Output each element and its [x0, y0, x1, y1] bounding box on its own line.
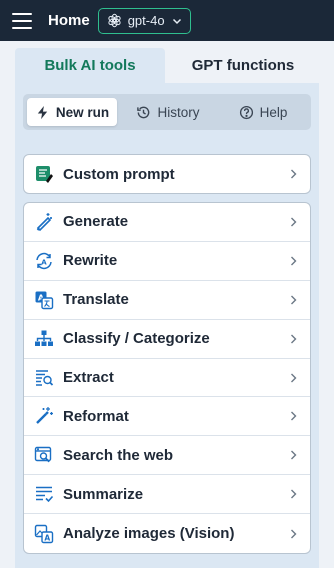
tool-label: Reformat	[63, 407, 129, 425]
subnav: New run History Help	[23, 94, 311, 130]
translate-icon: A	[34, 290, 54, 310]
custom-prompt-label: Custom prompt	[63, 165, 175, 183]
history-button[interactable]: History	[123, 98, 213, 126]
model-selector[interactable]: gpt-4o	[97, 7, 191, 34]
chevron-right-icon	[289, 449, 298, 461]
tool-label: Rewrite	[63, 252, 118, 270]
web-search-icon	[34, 445, 54, 465]
magic-pen-icon	[34, 212, 54, 232]
help-label: Help	[259, 104, 288, 120]
chevron-right-icon	[289, 168, 298, 180]
hierarchy-icon	[34, 329, 54, 349]
chevron-right-icon	[289, 372, 298, 384]
tool-item-summarize[interactable]: Summarize	[24, 475, 310, 515]
tool-item-extract[interactable]: Extract	[24, 359, 310, 398]
tool-item-classify[interactable]: Classify / Categorize	[24, 320, 310, 359]
chevron-right-icon	[289, 255, 298, 267]
tab-bar: Bulk AI tools GPT functions	[0, 41, 334, 83]
chevron-right-icon	[289, 333, 298, 345]
tab-gpt-functions[interactable]: GPT functions	[168, 48, 318, 83]
lightning-icon	[35, 105, 50, 120]
tools-panel: New run History Help Custom prompt Gener…	[15, 83, 319, 568]
tool-item-translate[interactable]: A Translate	[24, 281, 310, 320]
custom-prompt-icon	[34, 164, 54, 184]
hamburger-icon[interactable]	[12, 12, 32, 29]
openai-icon	[107, 13, 122, 28]
page-title: Home	[48, 12, 90, 29]
tool-item-analyze-images[interactable]: A Analyze images (Vision)	[24, 514, 310, 553]
tool-label: Summarize	[63, 485, 144, 503]
tool-label: Search the web	[63, 446, 174, 464]
new-run-label: New run	[55, 104, 110, 120]
magic-wand-icon	[34, 406, 54, 426]
tool-label: Analyze images (Vision)	[63, 525, 235, 543]
help-icon	[239, 105, 254, 120]
help-button[interactable]: Help	[219, 98, 307, 126]
tools-list: Generate A Rewrite A Translate Classify …	[23, 202, 311, 554]
tool-item-generate[interactable]: Generate	[24, 203, 310, 242]
image-analyze-icon: A	[34, 524, 54, 544]
extract-icon	[34, 368, 54, 388]
svg-text:A: A	[44, 533, 50, 542]
svg-text:A: A	[41, 258, 47, 266]
tab-bulk-ai-tools[interactable]: Bulk AI tools	[15, 48, 165, 83]
chevron-right-icon	[289, 528, 298, 540]
tool-label: Translate	[63, 291, 129, 309]
chevron-right-icon	[289, 410, 298, 422]
chevron-down-icon	[172, 16, 182, 26]
tool-item-rewrite[interactable]: A Rewrite	[24, 242, 310, 281]
chevron-right-icon	[289, 488, 298, 500]
tool-label: Extract	[63, 369, 114, 386]
tool-label: Classify / Categorize	[63, 330, 210, 348]
new-run-button[interactable]: New run	[27, 98, 117, 126]
tool-label: Generate	[63, 213, 129, 231]
tool-item-search-web[interactable]: Search the web	[24, 436, 310, 476]
top-bar: Home gpt-4o	[0, 0, 334, 41]
history-label: History	[157, 104, 200, 120]
custom-prompt-item[interactable]: Custom prompt	[24, 155, 310, 193]
tool-item-reformat[interactable]: Reformat	[24, 397, 310, 437]
chevron-right-icon	[289, 294, 298, 306]
rewrite-icon: A	[34, 251, 54, 271]
chevron-right-icon	[289, 216, 298, 228]
custom-prompt-card: Custom prompt	[23, 154, 311, 194]
summarize-icon	[34, 484, 54, 504]
history-icon	[136, 105, 151, 120]
model-name: gpt-4o	[127, 13, 165, 28]
